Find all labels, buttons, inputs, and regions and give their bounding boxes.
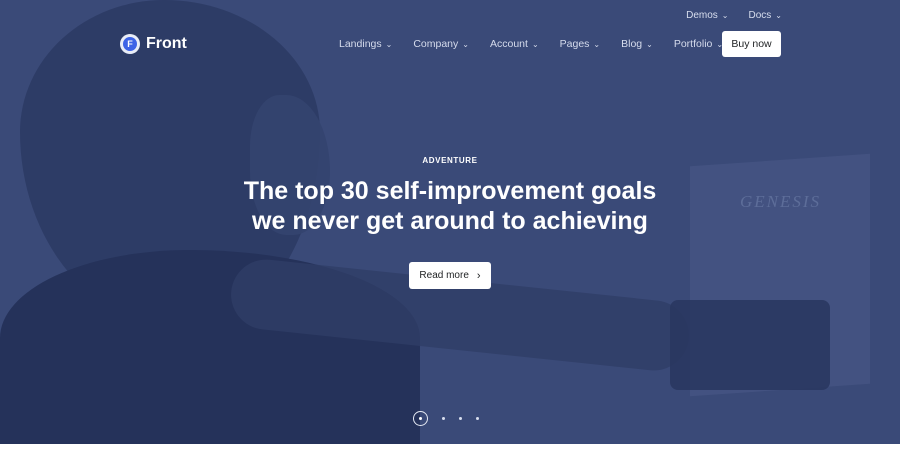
nav-label: Pages [559, 38, 590, 50]
chevron-down-icon: ⌄ [593, 40, 601, 49]
logo-letter: F [123, 37, 137, 51]
buy-now-button[interactable]: Buy now [722, 31, 781, 57]
nav-item-portfolio[interactable]: Portfolio ⌄ [674, 38, 723, 50]
topbar-docs-label: Docs [748, 10, 772, 21]
background-gift-shape [670, 300, 830, 390]
nav-label: Landings [339, 38, 382, 50]
top-utility-bar: Demos ⌄ Docs ⌄ [686, 10, 782, 21]
carousel-dot-3[interactable] [459, 417, 462, 420]
chevron-down-icon: ⌄ [385, 40, 393, 49]
carousel-dot-2[interactable] [442, 417, 445, 420]
hero-headline-line2: we never get around to achieving [252, 207, 648, 235]
hero-headline-line1: The top 30 self-improvement goals [243, 177, 657, 205]
brand-logo[interactable]: F Front [120, 34, 187, 54]
topbar-docs-link[interactable]: Docs ⌄ [749, 10, 783, 21]
topbar-demos-link[interactable]: Demos ⌄ [686, 10, 728, 21]
main-nav: Landings ⌄ Company ⌄ Account ⌄ Pages ⌄ Blog ⌄… [339, 38, 723, 50]
nav-label: Account [489, 38, 528, 50]
chevron-down-icon: ⌄ [462, 40, 469, 49]
chevron-down-icon: ⌄ [721, 11, 729, 20]
hero-headline: The top 30 self-improvement goals we nev… [0, 176, 900, 236]
chevron-right-icon: › [476, 269, 481, 282]
brand-name: Front [146, 35, 187, 52]
nav-item-company[interactable]: Company ⌄ [413, 38, 469, 50]
nav-item-landings[interactable]: Landings ⌄ [339, 38, 392, 50]
read-more-button[interactable]: Read more › [409, 262, 491, 289]
carousel-dot-4[interactable] [476, 417, 479, 420]
carousel-pagination [413, 411, 479, 426]
nav-label: Company [413, 38, 459, 50]
nav-label: Blog [621, 38, 643, 50]
nav-item-pages[interactable]: Pages ⌄ [560, 38, 600, 50]
chevron-down-icon: ⌄ [775, 11, 782, 20]
nav-item-blog[interactable]: Blog ⌄ [621, 38, 653, 50]
chevron-down-icon: ⌄ [646, 40, 653, 49]
read-more-label: Read more [419, 270, 469, 281]
carousel-dot-1[interactable] [413, 411, 428, 426]
topbar-demos-label: Demos [686, 10, 718, 21]
hero-section: GENESIS Demos ⌄ Docs ⌄ F Front Landings ⌄ C… [0, 0, 900, 444]
nav-item-account[interactable]: Account ⌄ [490, 38, 539, 50]
hero-eyebrow: ADVENTURE [422, 156, 478, 165]
nav-label: Portfolio [673, 38, 713, 50]
chevron-down-icon: ⌄ [531, 40, 539, 49]
logo-icon: F [120, 34, 140, 54]
